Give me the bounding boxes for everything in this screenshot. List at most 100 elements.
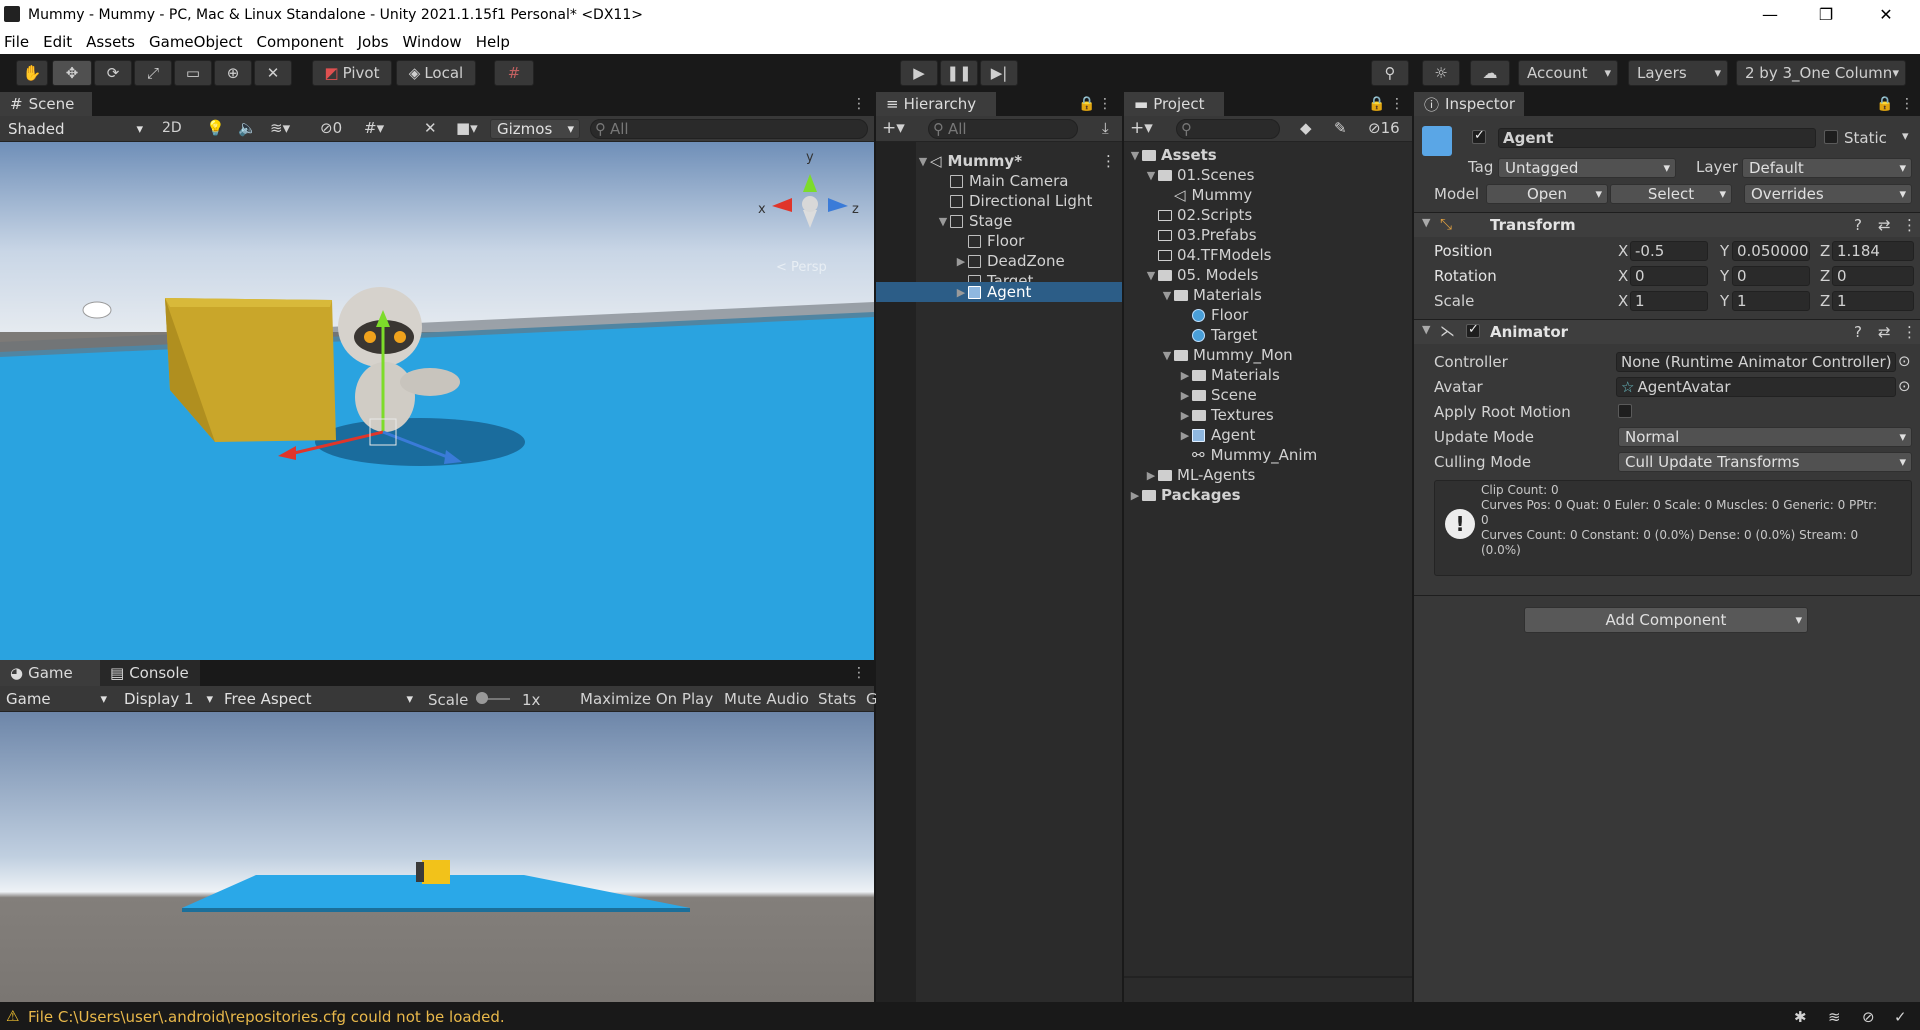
controller-field[interactable]: None (Runtime Animator Controller) — [1616, 352, 1896, 372]
pivot-toggle[interactable]: ◩ Pivot — [312, 60, 392, 86]
layers-dropdown[interactable]: Layers — [1628, 60, 1728, 86]
layout-dropdown[interactable]: 2 by 3_One Column — [1736, 60, 1906, 86]
position-x-field[interactable]: -0.5 — [1630, 241, 1708, 261]
rotation-x-field[interactable]: 0 — [1630, 266, 1708, 286]
effects-icon[interactable]: ≋▾ — [270, 119, 290, 137]
project-item-mon-scene[interactable]: ▶ Scene — [1178, 385, 1257, 405]
update-mode-dropdown[interactable]: Normal — [1618, 427, 1912, 447]
project-hidden-icon[interactable]: ⊘16 — [1368, 119, 1400, 137]
debug-icon[interactable]: ⊘ — [1862, 1008, 1875, 1026]
hierarchy-item-agent[interactable]: ▶ Agent — [954, 282, 1032, 302]
progress-icon[interactable]: ≋ — [1828, 1008, 1841, 1026]
menu-component[interactable]: Component — [257, 33, 344, 51]
scale-tool-icon[interactable]: ⤢ — [134, 60, 172, 86]
project-item-agent-model[interactable]: ▶ Agent — [1178, 425, 1256, 445]
camera-icon[interactable]: ■▾ — [456, 119, 478, 137]
component-menu-icon[interactable]: ⋮ — [1902, 216, 1917, 234]
audio-icon[interactable]: 🔈 — [238, 119, 257, 137]
project-item-target-material[interactable]: Target — [1178, 325, 1257, 345]
menu-jobs[interactable]: Jobs — [358, 33, 389, 51]
pause-button[interactable]: ❚❚ — [940, 60, 978, 86]
preset-icon[interactable]: ⇄ — [1878, 216, 1891, 234]
cloud-icon[interactable]: ☁ — [1470, 60, 1510, 86]
scale-y-field[interactable]: 1 — [1732, 291, 1810, 311]
maximize-on-play-toggle[interactable]: Maximize On Play — [580, 690, 713, 708]
project-item-mummy-scene[interactable]: ◁ Mummy — [1160, 185, 1252, 205]
tab-hierarchy[interactable]: ≡ Hierarchy — [876, 92, 996, 116]
filter-label-icon[interactable]: ✎ — [1334, 119, 1347, 137]
active-checkbox[interactable] — [1472, 128, 1486, 148]
project-item-assets[interactable]: ▼ Assets — [1128, 145, 1217, 165]
close-button[interactable]: ✕ — [1858, 0, 1914, 29]
scale-slider-handle[interactable] — [476, 692, 488, 704]
scale-z-field[interactable]: 1 — [1832, 291, 1914, 311]
mute-audio-toggle[interactable]: Mute Audio — [724, 690, 809, 708]
project-item-mon-materials[interactable]: ▶ Materials — [1178, 365, 1280, 385]
project-item-scenes[interactable]: ▼ 01.Scenes — [1144, 165, 1255, 185]
game-viewport[interactable] — [0, 712, 874, 1002]
create-button[interactable]: +▾ — [882, 118, 905, 138]
animator-fold-icon[interactable]: ▼ — [1422, 323, 1430, 336]
transform-fold-icon[interactable]: ▼ — [1422, 216, 1430, 229]
tab-inspector[interactable]: ⓘ Inspector — [1414, 92, 1524, 116]
stats-toggle[interactable]: Stats — [818, 690, 856, 708]
project-item-packages[interactable]: ▶ Packages — [1128, 485, 1241, 505]
2d-toggle[interactable]: 2D — [162, 120, 182, 136]
menu-gameobject[interactable]: GameObject — [149, 33, 243, 51]
hierarchy-search-input[interactable]: ⚲ All — [928, 119, 1078, 139]
project-item-mummy-mon[interactable]: ▼ Mummy_Mon — [1160, 345, 1293, 365]
tab-console[interactable]: ▤ Console — [100, 660, 200, 686]
scale-x-field[interactable]: 1 — [1630, 291, 1708, 311]
menu-assets[interactable]: Assets — [86, 33, 135, 51]
scene-menu-icon[interactable]: ⋮ — [1101, 152, 1116, 170]
play-button[interactable]: ▶ — [900, 60, 938, 86]
inspector-lock-icon[interactable]: 🔒 — [1876, 96, 1893, 112]
tab-game[interactable]: ◕ Game — [0, 660, 100, 686]
filter-type-icon[interactable]: ◆ — [1300, 119, 1312, 137]
select-button[interactable]: Select — [1610, 184, 1732, 204]
project-item-ml-agents[interactable]: ▶ ML-Agents — [1144, 465, 1256, 485]
project-create-button[interactable]: +▾ — [1130, 118, 1153, 138]
hierarchy-item-directional-light[interactable]: Directional Light — [936, 191, 1092, 211]
project-item-mummy-anim[interactable]: ⚯ Mummy_Anim — [1178, 445, 1317, 465]
project-menu-icon[interactable]: ⋮ — [1390, 96, 1404, 112]
culling-mode-dropdown[interactable]: Cull Update Transforms — [1618, 452, 1912, 472]
lighting-icon[interactable]: 💡 — [206, 119, 225, 137]
scene-viewport[interactable]: y x z < Persp — [0, 142, 874, 660]
display-dropdown[interactable]: Display 1 — [118, 689, 218, 709]
preset-icon[interactable]: ⇄ — [1878, 323, 1891, 341]
project-item-floor-material[interactable]: Floor — [1178, 305, 1248, 325]
grid-snap-icon[interactable]: # — [494, 60, 534, 86]
help-icon[interactable]: ? — [1854, 323, 1862, 341]
overrides-dropdown[interactable]: Overrides — [1744, 184, 1912, 204]
step-button[interactable]: ▶| — [980, 60, 1018, 86]
root-motion-checkbox[interactable] — [1618, 404, 1632, 422]
project-item-materials[interactable]: ▼ Materials — [1160, 285, 1262, 305]
component-menu-icon[interactable]: ⋮ — [1902, 323, 1917, 341]
menu-file[interactable]: File — [4, 33, 29, 51]
hierarchy-item-deadzone[interactable]: ▶ DeadZone — [954, 251, 1065, 271]
account-dropdown[interactable]: Account — [1518, 60, 1618, 86]
minimize-button[interactable]: — — [1742, 0, 1798, 29]
project-item-mon-textures[interactable]: ▶ Textures — [1178, 405, 1274, 425]
project-lock-icon[interactable]: 🔒 — [1368, 96, 1385, 112]
hierarchy-item-scene[interactable]: ▼ ◁ Mummy* ⋮ — [916, 151, 1122, 171]
tab-scene[interactable]: # Scene — [0, 92, 92, 116]
aspect-dropdown[interactable]: Free Aspect — [218, 689, 418, 709]
animator-enabled-checkbox[interactable] — [1466, 322, 1480, 342]
project-item-scripts[interactable]: 02.Scripts — [1144, 205, 1252, 225]
hierarchy-item-stage[interactable]: ▼ Stage — [936, 211, 1013, 231]
gizmos-dropdown[interactable]: Gizmos — [490, 119, 580, 139]
hierarchy-item-main-camera[interactable]: Main Camera — [936, 171, 1068, 191]
local-toggle[interactable]: ◈ Local — [396, 60, 476, 86]
tag-dropdown[interactable]: Untagged — [1498, 158, 1676, 178]
project-item-tfmodels[interactable]: 04.TFModels — [1144, 245, 1272, 265]
position-y-field[interactable]: 0.050000 — [1732, 241, 1810, 261]
layer-dropdown[interactable]: Default — [1742, 158, 1912, 178]
open-button[interactable]: Open — [1486, 184, 1608, 204]
help-icon[interactable]: ? — [1854, 216, 1862, 234]
bug-icon[interactable]: ✱ — [1794, 1008, 1807, 1026]
hierarchy-lock-icon[interactable]: 🔒 — [1078, 96, 1095, 112]
static-checkbox[interactable] — [1824, 130, 1838, 148]
scene-search-input[interactable]: ⚲ All — [590, 119, 868, 139]
